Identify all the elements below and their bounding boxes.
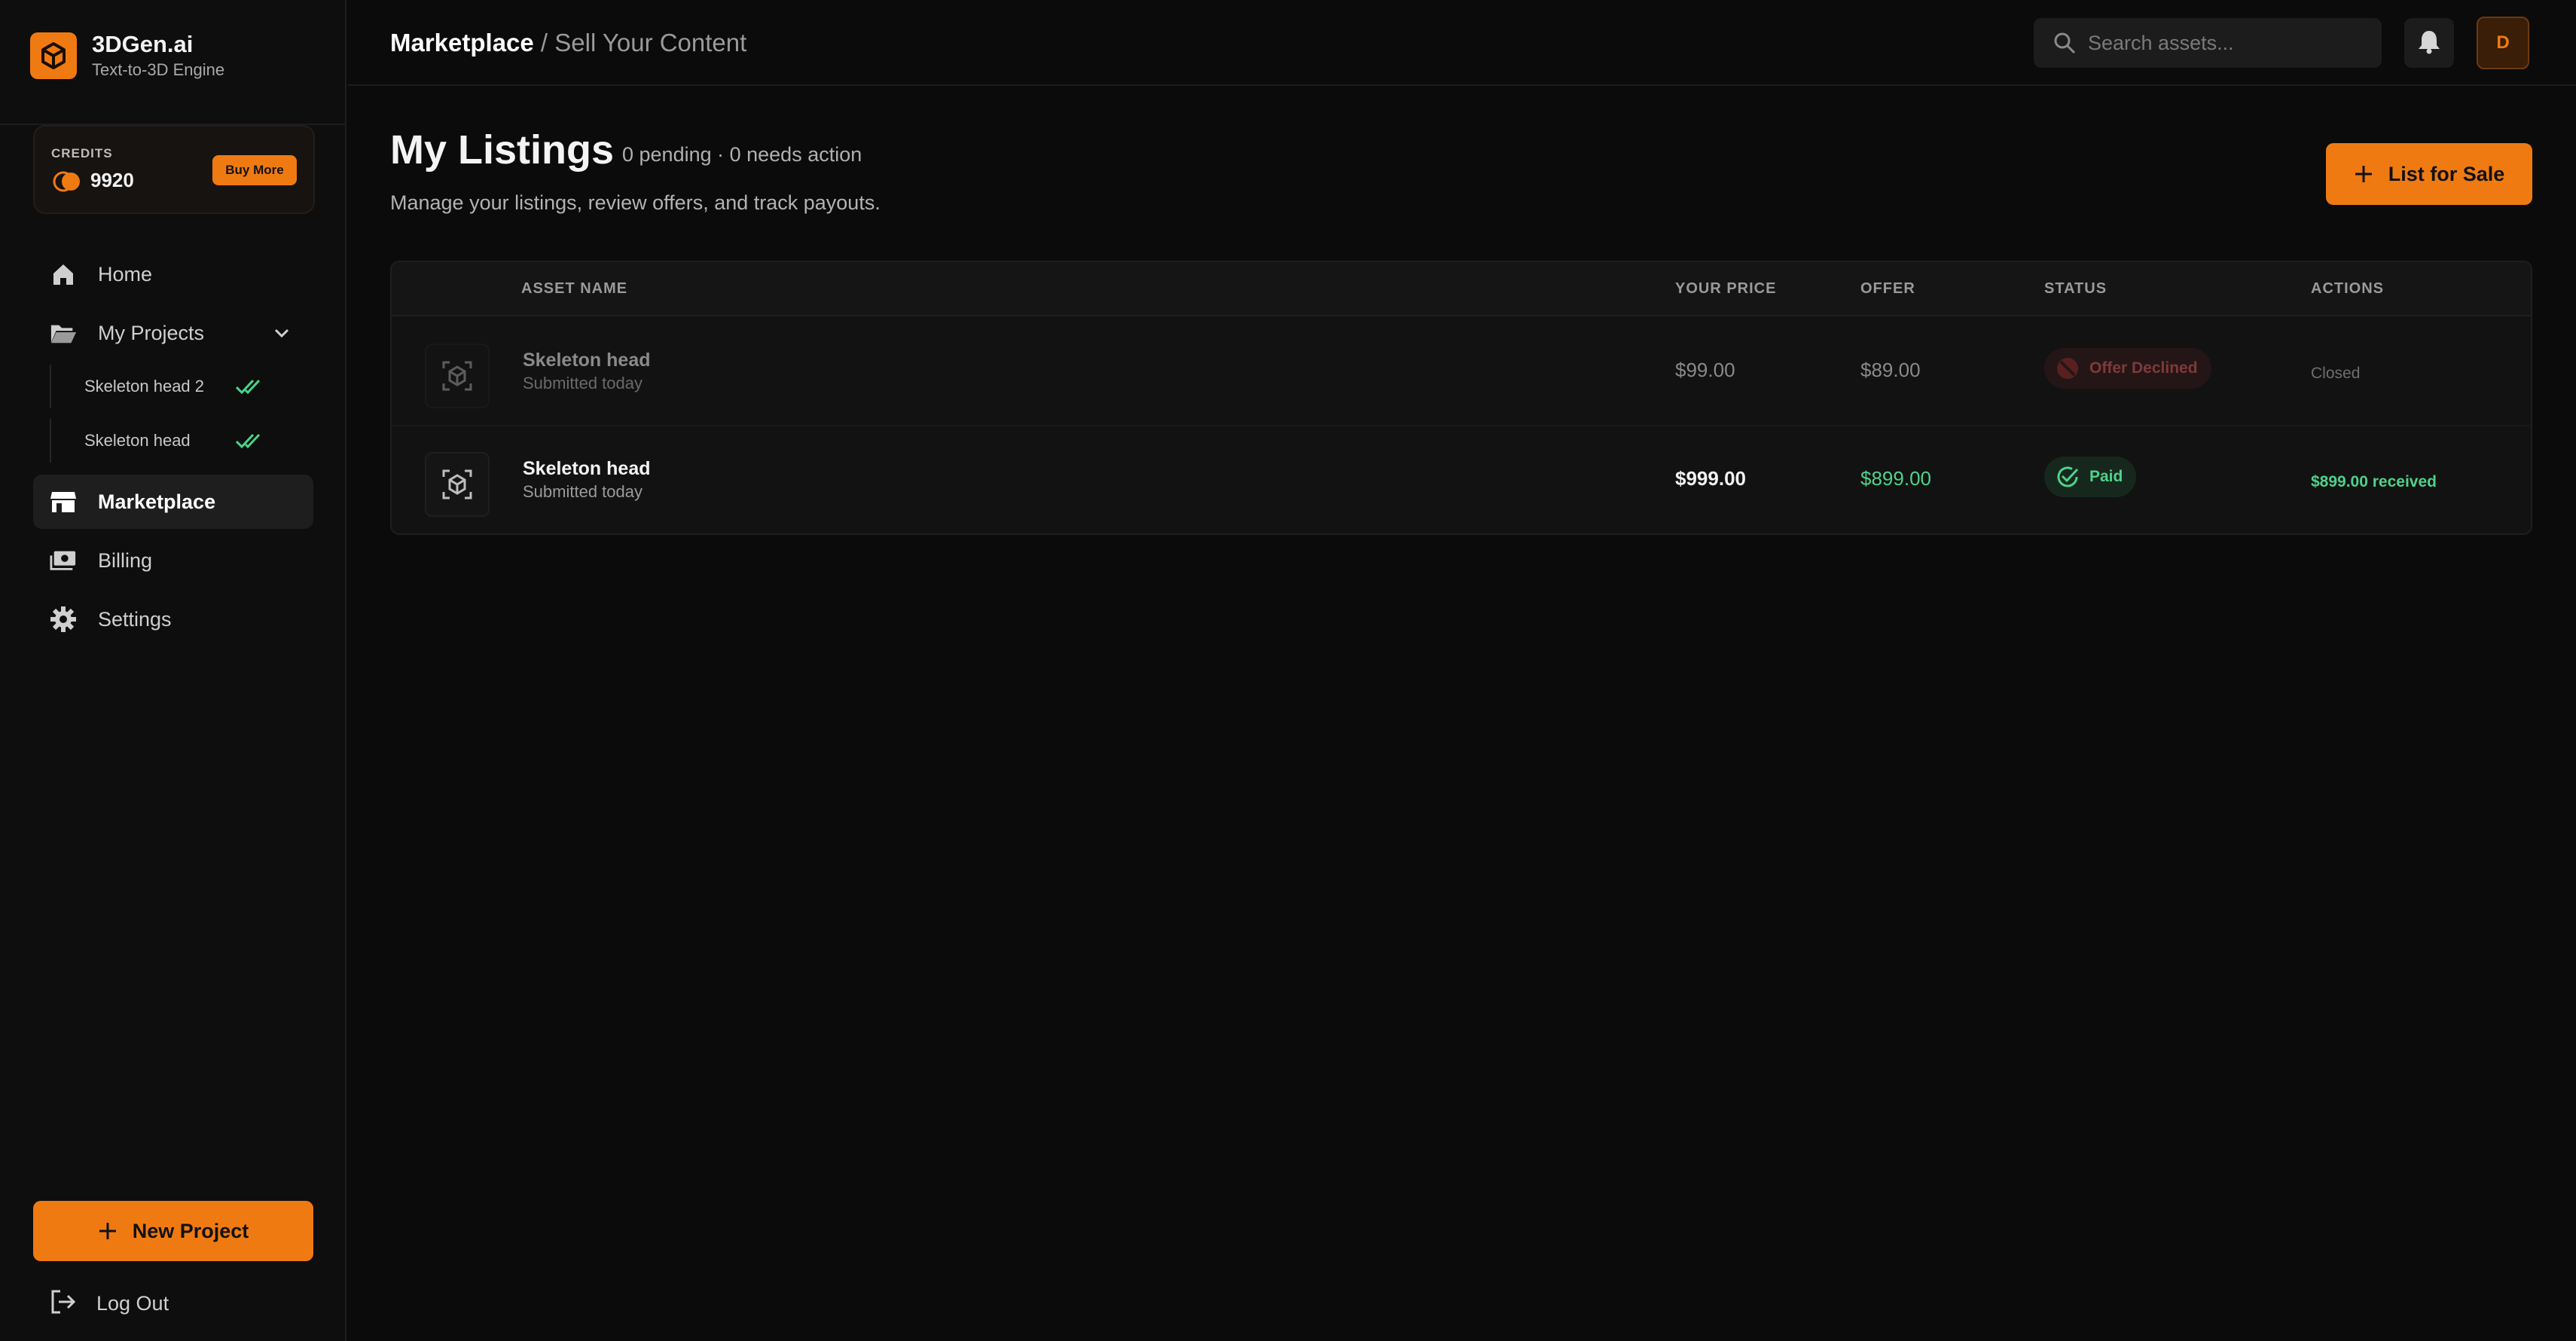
offer-amount: $89.00 bbox=[1860, 359, 1921, 381]
brand[interactable]: 3DGen.ai Text-to-3D Engine bbox=[30, 30, 224, 81]
asset-thumbnail bbox=[425, 344, 490, 408]
asset-thumbnail bbox=[425, 452, 490, 517]
search-icon bbox=[2053, 32, 2076, 58]
your-price: $99.00 bbox=[1675, 359, 1735, 381]
table-header: ASSET NAME YOUR PRICE OFFER STATUS ACTIO… bbox=[392, 262, 2531, 316]
brand-name: 3DGen.ai bbox=[92, 31, 194, 57]
search-input[interactable] bbox=[2088, 18, 2367, 68]
asset-submitted: Submitted today bbox=[523, 482, 642, 501]
column-actions: ACTIONS bbox=[2311, 280, 2384, 297]
buy-more-button[interactable]: Buy More bbox=[212, 155, 297, 185]
column-status[interactable]: STATUS bbox=[2044, 280, 2107, 298]
breadcrumb-section[interactable]: Marketplace bbox=[390, 29, 534, 57]
chevron-down-icon[interactable] bbox=[271, 322, 292, 347]
status-badge: Offer Declined bbox=[2044, 348, 2211, 389]
nav-billing-label: Billing bbox=[98, 548, 153, 572]
breadcrumb: Marketplace / Sell Your Content bbox=[390, 29, 746, 57]
project-item[interactable]: Skeleton head 2 bbox=[50, 365, 291, 408]
column-your-price[interactable]: YOUR PRICE bbox=[1675, 280, 1776, 298]
folder-open-icon bbox=[50, 319, 77, 347]
nav-home-label: Home bbox=[98, 262, 153, 286]
credits-label: CREDITS bbox=[51, 146, 113, 160]
page-description: Manage your listings, review offers, and… bbox=[390, 191, 881, 214]
status-badge: Paid bbox=[2044, 457, 2137, 497]
your-price: $999.00 bbox=[1675, 467, 1746, 490]
breadcrumb-page: Sell Your Content bbox=[554, 29, 747, 57]
table-row[interactable]: Skeleton head Submitted today $999.00 $8… bbox=[392, 426, 2531, 533]
plus-icon bbox=[2354, 164, 2373, 184]
search-box[interactable] bbox=[2034, 18, 2382, 68]
money-icon bbox=[50, 547, 77, 574]
nav-marketplace-label: Marketplace bbox=[98, 490, 216, 513]
list-for-sale-label: List for Sale bbox=[2388, 162, 2505, 185]
gear-icon bbox=[50, 606, 77, 633]
store-icon bbox=[50, 488, 77, 515]
brand-tagline: Text-to-3D Engine bbox=[92, 60, 225, 79]
row-action: $899.00 received bbox=[2311, 473, 2437, 490]
home-icon bbox=[50, 261, 77, 288]
nav-settings[interactable]: Settings bbox=[33, 592, 313, 646]
column-offer[interactable]: OFFER bbox=[1860, 280, 1915, 298]
cube-scan-icon bbox=[442, 361, 472, 391]
topbar: Marketplace / Sell Your Content D bbox=[348, 0, 2576, 86]
cube-scan-icon bbox=[442, 469, 472, 499]
project-item[interactable]: Skeleton head bbox=[50, 419, 291, 463]
credits-value: 9920 bbox=[90, 169, 134, 191]
asset-name: Skeleton head bbox=[523, 458, 651, 479]
nav-home[interactable]: Home bbox=[33, 247, 313, 301]
plus-icon bbox=[98, 1221, 118, 1241]
nav-billing[interactable]: Billing bbox=[33, 533, 313, 588]
breadcrumb-separator: / bbox=[533, 29, 555, 57]
table-row[interactable]: Skeleton head Submitted today $99.00 $89… bbox=[392, 318, 2531, 426]
nav-projects-label: My Projects bbox=[98, 321, 205, 344]
page-title: My Listings bbox=[390, 127, 615, 173]
column-asset-name[interactable]: ASSET NAME bbox=[521, 280, 627, 298]
new-project-button[interactable]: New Project bbox=[33, 1201, 313, 1261]
listing-summary: 0 pending · 0 needs action bbox=[622, 143, 862, 166]
project-item-label: Skeleton head 2 bbox=[84, 377, 205, 396]
bell-icon bbox=[2417, 29, 2441, 58]
nav-settings-label: Settings bbox=[98, 607, 172, 631]
list-for-sale-button[interactable]: List for Sale bbox=[2326, 143, 2532, 205]
double-check-icon bbox=[235, 377, 267, 400]
cube-logo-icon bbox=[30, 32, 77, 79]
logout-label: Log Out bbox=[96, 1292, 169, 1315]
new-project-label: New Project bbox=[132, 1219, 249, 1242]
logout-icon bbox=[50, 1288, 77, 1319]
offer-amount: $899.00 bbox=[1860, 467, 1931, 490]
logout-button[interactable]: Log Out bbox=[50, 1288, 169, 1319]
ban-icon bbox=[2055, 356, 2080, 381]
coin-icon bbox=[53, 171, 80, 192]
status-label: Paid bbox=[2089, 468, 2123, 485]
row-action: Closed bbox=[2311, 365, 2361, 382]
status-label: Offer Declined bbox=[2089, 359, 2198, 377]
notifications-button[interactable] bbox=[2404, 18, 2454, 68]
sidebar: 3DGen.ai Text-to-3D Engine CREDITS 9920 … bbox=[0, 0, 346, 1341]
project-item-label: Skeleton head bbox=[84, 431, 191, 450]
check-circle-icon bbox=[2055, 464, 2080, 490]
credits-card: CREDITS 9920 Buy More bbox=[33, 125, 315, 214]
nav-marketplace[interactable]: Marketplace bbox=[33, 475, 313, 529]
asset-submitted: Submitted today bbox=[523, 374, 642, 393]
nav-my-projects[interactable]: My Projects bbox=[33, 306, 313, 360]
listings-table: ASSET NAME YOUR PRICE OFFER STATUS ACTIO… bbox=[390, 261, 2532, 535]
user-avatar[interactable]: D bbox=[2477, 17, 2529, 69]
asset-name: Skeleton head bbox=[523, 350, 651, 371]
double-check-icon bbox=[235, 431, 267, 454]
